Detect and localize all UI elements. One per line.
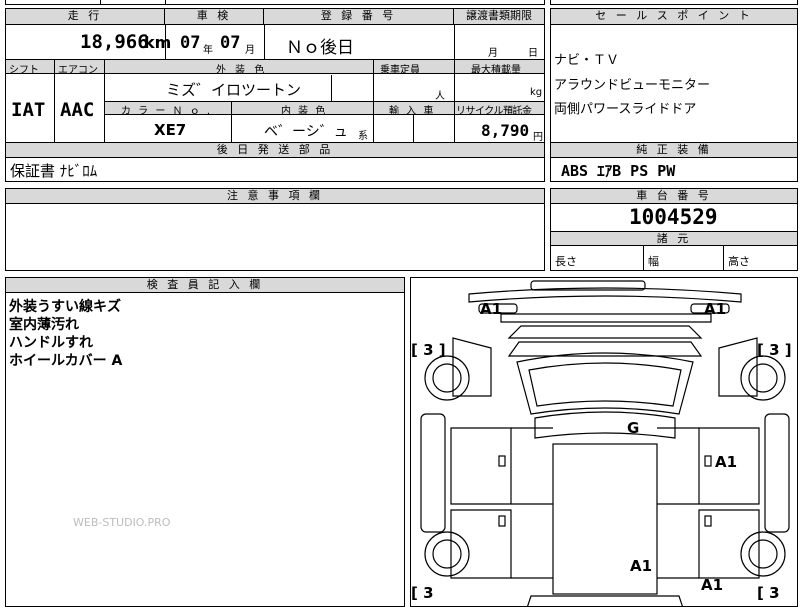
watermark: WEB-STUDIO.PRO — [73, 516, 171, 529]
sales-point-box: セ ー ル ス ポ イ ン ト ナビ・ＴＶ アラウンドビューモニター 両側パワー… — [550, 8, 798, 143]
dims-header: 諸 元 — [551, 231, 797, 246]
wheel-front-left — [424, 355, 470, 401]
chassis-value: 1004529 — [629, 205, 718, 229]
mark-a1-right-door: A1 — [715, 453, 738, 471]
import-header: 輸 入 車 — [389, 106, 436, 117]
mark-a1-rear: A1 — [630, 557, 653, 575]
sales-point-line-3: 両側パワースライドドア — [554, 102, 697, 117]
wheel-front-right — [740, 355, 786, 401]
inspector-line-2: 室内薄汚れ — [9, 317, 79, 333]
inspector-header: 検 査 員 記 入 欄 — [6, 278, 404, 293]
fender-right — [718, 337, 758, 397]
wheel-rear-left — [424, 531, 470, 577]
notes-box: 注 意 事 項 欄 — [5, 188, 545, 271]
exterior-value: ミズ゛イロツートン — [166, 81, 302, 99]
fender-left — [452, 337, 492, 397]
ac-header: エアコン — [58, 65, 98, 76]
interior-header: 内 装 色 — [281, 106, 328, 117]
later-parts-value: 保証書 ﾅﾋﾞﾛﾑ — [10, 162, 98, 180]
notes-header: 注 意 事 項 欄 — [6, 189, 544, 204]
inspector-box: 検 査 員 記 入 欄 外装うすい線キズ 室内薄汚れ ハンドルすれ ホイールカバ… — [5, 277, 405, 607]
interior-value: ベ゛ーシ゛ュ — [264, 124, 348, 140]
inspector-line-3: ハンドルすれ — [9, 335, 93, 351]
capacity-header: 乗車定員 — [380, 65, 420, 76]
registration-value: Ｎｏ後日 — [286, 38, 354, 58]
inspection-month-unit: 月 — [245, 45, 255, 56]
ac-value: AAC — [60, 99, 95, 121]
interior-suffix: 系 — [358, 131, 368, 142]
shift-header: シフト — [9, 65, 39, 76]
mark-g-roof: G — [627, 419, 640, 437]
tire-rear-left: [ 3 — [411, 584, 434, 602]
sales-point-header: セ ー ル ス ポ イ ン ト — [551, 9, 797, 25]
recycle-value: 8,790 — [481, 121, 530, 140]
recycle-unit: 円 — [533, 132, 543, 143]
tire-front-right: [ 3 ] — [757, 341, 792, 359]
inspector-line-1: 外装うすい線キズ — [9, 299, 121, 315]
vehicle-info-table: 走 行 車 検 登 録 番 号 譲渡書類期限 18,966 km 07 年 07… — [5, 8, 545, 143]
tire-front-left: [ 3 ] — [411, 341, 446, 359]
sales-point-line-1: ナビ・ＴＶ — [554, 53, 620, 68]
inspection-year: 07 — [180, 33, 201, 53]
later-parts-box: 後 日 発 送 部 品 保証書 ﾅﾋﾞﾛﾑ — [5, 142, 545, 182]
equipment-box: 純 正 装 備 ABS ｴｱB PS PW — [550, 142, 798, 182]
inspector-line-4: ホイールカバー A — [9, 353, 123, 369]
mileage-header: 走 行 — [6, 9, 165, 25]
transfer-month: 月 — [488, 48, 498, 59]
mileage-unit: km — [144, 33, 172, 52]
equipment-header: 純 正 装 備 — [551, 143, 797, 158]
chassis-box: 車 台 番 号 1004529 諸 元 長さ 幅 高さ — [550, 188, 798, 271]
hood — [507, 325, 703, 339]
color-no-header: カ ラ ー Ｎ ｏ . — [121, 106, 213, 117]
color-no-value: XE7 — [154, 121, 187, 139]
rear-door-left — [450, 509, 512, 579]
capacity-unit: 人 — [435, 91, 445, 102]
equipment-value: ABS ｴｱB PS PW — [561, 162, 676, 180]
transfer-header: 譲渡書類期限 — [454, 9, 544, 25]
maxload-header: 最大積載量 — [471, 65, 521, 76]
car-diagram — [420, 280, 790, 606]
rear-door-right — [698, 509, 760, 579]
dims-width: 幅 — [648, 255, 659, 268]
inspection-header: 車 検 — [165, 9, 264, 25]
shift-value: IAT — [11, 99, 46, 121]
mileage-value: 18,966 — [80, 31, 149, 53]
mark-a1-rear-right: A1 — [701, 576, 724, 594]
registration-header: 登 録 番 号 — [264, 9, 454, 25]
maxload-unit: kg — [530, 87, 543, 98]
top-cutoff-row — [5, 0, 545, 5]
wheel-rear-right — [740, 531, 786, 577]
dims-length: 長さ — [555, 255, 577, 268]
mark-a1-front-right: A1 — [704, 300, 727, 318]
inspection-month: 07 — [220, 33, 241, 53]
car-diagram-box: A1 A1 G A1 A1 A1 [ 3 ] [ 3 ] [ 3 [ 3 — [410, 277, 798, 607]
sales-point-line-2: アラウンドビューモニター — [554, 78, 711, 93]
dims-height: 高さ — [728, 255, 750, 268]
transfer-day: 日 — [528, 48, 538, 59]
inspection-year-unit: 年 — [203, 45, 213, 56]
tire-rear-right: [ 3 — [757, 584, 780, 602]
mark-a1-front-left: A1 — [480, 300, 503, 318]
recycle-header: リサイクル預託金 — [456, 106, 532, 117]
exterior-header: 外 装 色 — [216, 65, 268, 76]
chassis-header: 車 台 番 号 — [551, 189, 797, 204]
later-parts-header: 後 日 発 送 部 品 — [6, 143, 544, 158]
top-cutoff-right — [550, 0, 798, 5]
